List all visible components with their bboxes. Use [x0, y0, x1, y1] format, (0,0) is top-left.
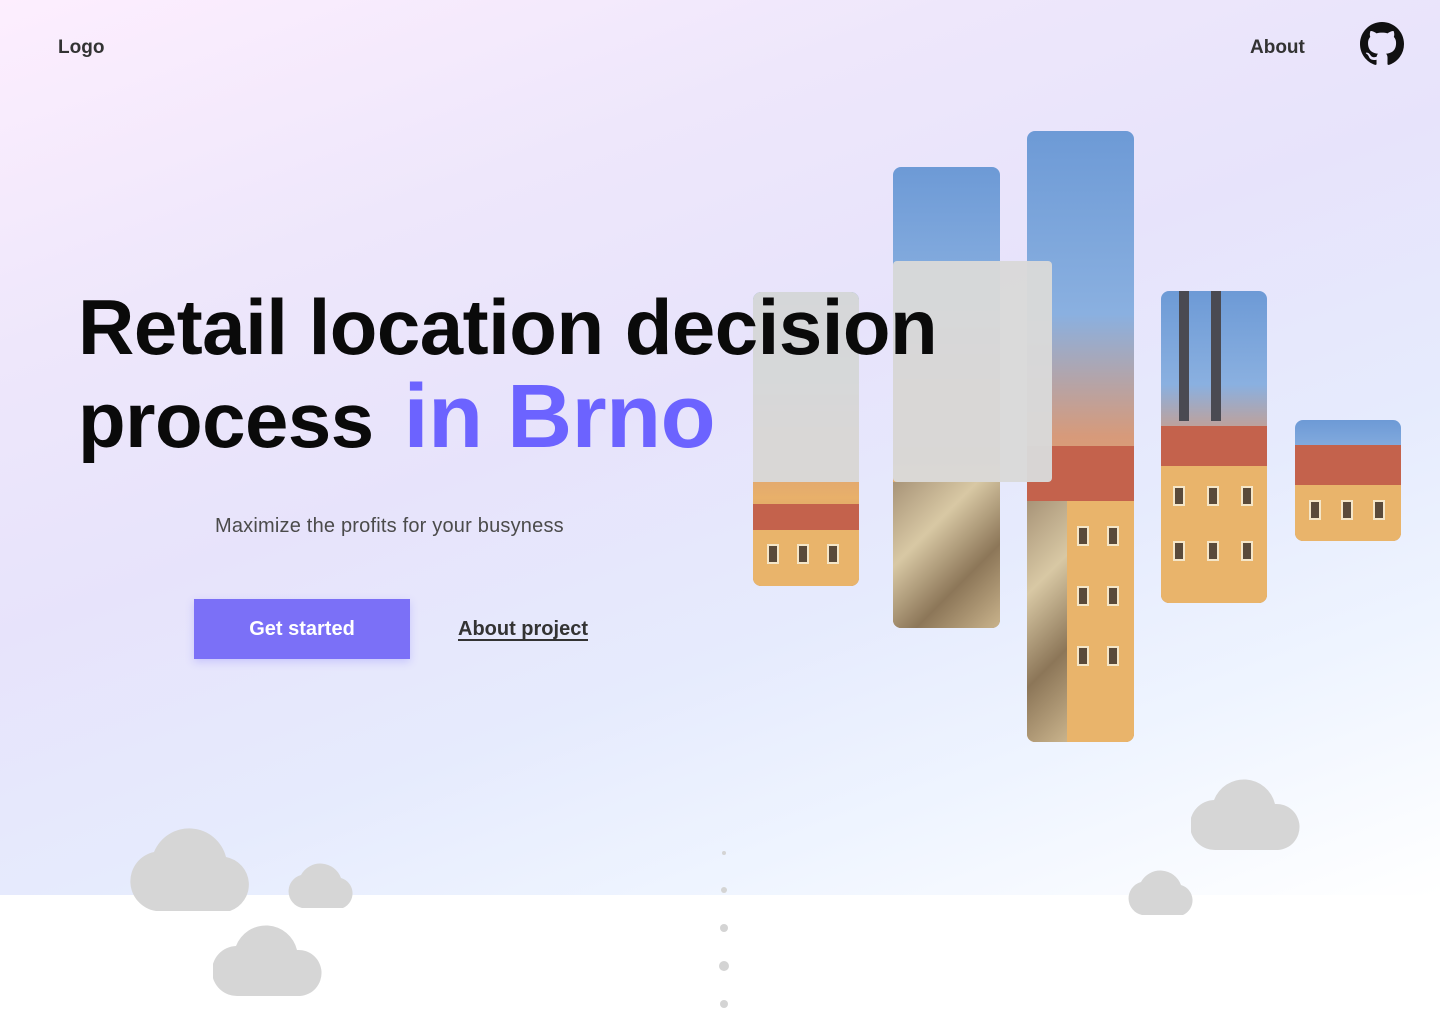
cloud-icon	[126, 817, 258, 913]
scroll-indicator-dot	[720, 924, 728, 932]
headline-line-1: Retail location decision	[78, 283, 938, 371]
hero-subtitle: Maximize the profits for your busyness	[215, 515, 564, 537]
headline-line-2: process in Brno	[78, 372, 937, 465]
cloud-icon	[213, 916, 323, 998]
photo-strip-5	[1295, 420, 1401, 541]
scroll-indicator-dot	[721, 887, 727, 893]
hero-headline: Retail location decision process in Brno	[78, 282, 938, 465]
headline-line-2-text: process	[78, 376, 374, 464]
cloud-icon	[285, 855, 359, 909]
nav-about-link[interactable]: About	[1250, 37, 1305, 59]
github-icon[interactable]	[1360, 22, 1404, 66]
cloud-icon	[1125, 862, 1199, 916]
headline-accent: in Brno	[403, 367, 716, 467]
get-started-button[interactable]: Get started	[194, 599, 410, 659]
about-project-link[interactable]: About project	[458, 618, 588, 641]
scroll-indicator-dot	[720, 1000, 728, 1008]
logo[interactable]: Logo	[58, 37, 104, 59]
scroll-indicator-dot	[719, 961, 729, 971]
photo-strip-4	[1161, 291, 1267, 603]
cloud-icon	[1191, 770, 1301, 852]
scroll-indicator-dot	[722, 851, 726, 855]
